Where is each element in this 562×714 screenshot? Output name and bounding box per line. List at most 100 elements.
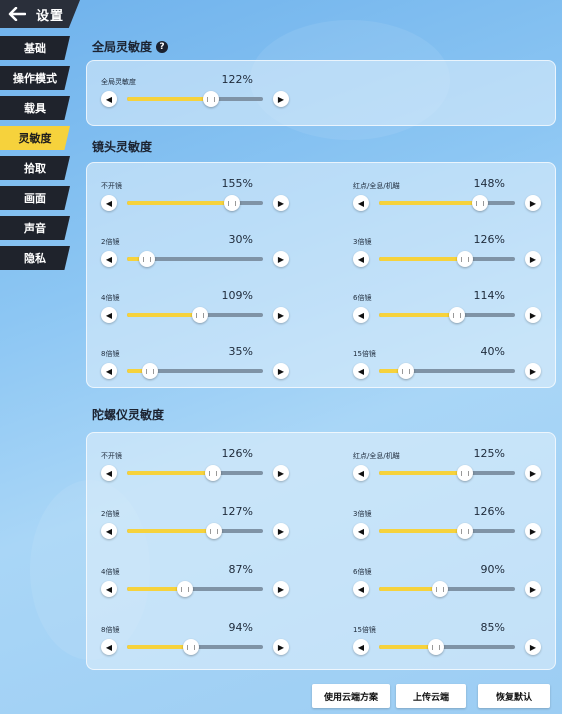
slider-thumb[interactable] — [203, 91, 220, 107]
slider-thumb[interactable] — [398, 363, 415, 379]
slider-label: 2倍镜 — [101, 510, 120, 518]
left-arrow-icon[interactable]: ◀ — [101, 581, 117, 597]
slider-thumb[interactable] — [192, 307, 209, 323]
slider-track[interactable] — [379, 465, 515, 481]
global-section-title: 全局灵敏度 ? — [92, 38, 169, 55]
slider-track[interactable] — [379, 251, 515, 267]
slider-track[interactable] — [379, 639, 515, 655]
right-arrow-icon[interactable]: ▶ — [273, 363, 289, 379]
slider-thumb[interactable] — [471, 195, 488, 211]
slider-label: 2倍镜 — [101, 238, 120, 246]
slider-thumb[interactable] — [432, 581, 449, 597]
slider-thumb[interactable] — [139, 251, 156, 267]
slider-row: 红点/全息/机瞄 125% ◀ ▶ — [339, 447, 541, 497]
left-arrow-icon[interactable]: ◀ — [101, 251, 117, 267]
slider-track[interactable] — [127, 639, 263, 655]
slider-thumb[interactable] — [448, 307, 465, 323]
slider-thumb[interactable] — [206, 523, 223, 539]
slider-row: 6倍镜 90% ◀ ▶ — [339, 563, 541, 613]
camera-section-title: 镜头灵敏度 — [92, 138, 152, 155]
slider-thumb[interactable] — [177, 581, 194, 597]
slider-thumb[interactable] — [428, 639, 445, 655]
slider-thumb[interactable] — [223, 195, 240, 211]
right-arrow-icon[interactable]: ▶ — [525, 251, 541, 267]
right-arrow-icon[interactable]: ▶ — [273, 639, 289, 655]
sidebar-item-basic[interactable]: 基础 — [0, 36, 70, 60]
right-arrow-icon[interactable]: ▶ — [525, 307, 541, 323]
slider-track[interactable] — [127, 363, 263, 379]
sidebar-item-sound[interactable]: 声音 — [0, 216, 70, 240]
slider-thumb[interactable] — [204, 465, 221, 481]
right-arrow-icon[interactable]: ▶ — [525, 639, 541, 655]
sidebar-item-pickup[interactable]: 拾取 — [0, 156, 70, 180]
right-arrow-icon[interactable]: ▶ — [525, 195, 541, 211]
slider-label: 8倍镜 — [101, 626, 120, 634]
slider-fill — [127, 201, 232, 205]
slider-thumb[interactable] — [456, 251, 473, 267]
slider-track[interactable] — [127, 465, 263, 481]
slider-fill — [127, 529, 215, 533]
left-arrow-icon[interactable]: ◀ — [353, 581, 369, 597]
slider-track[interactable] — [127, 195, 263, 211]
slider-thumb[interactable] — [456, 465, 473, 481]
right-arrow-icon[interactable]: ▶ — [273, 523, 289, 539]
slider-thumb[interactable] — [456, 523, 473, 539]
left-arrow-icon[interactable]: ◀ — [101, 91, 117, 107]
use-cloud-scheme-button[interactable]: 使用云端方案 — [312, 684, 390, 708]
left-arrow-icon[interactable]: ◀ — [353, 251, 369, 267]
left-arrow-icon[interactable]: ◀ — [353, 363, 369, 379]
slider-track[interactable] — [379, 523, 515, 539]
slider-label: 全局灵敏度 — [101, 78, 136, 86]
right-arrow-icon[interactable]: ▶ — [525, 523, 541, 539]
right-arrow-icon[interactable]: ▶ — [525, 363, 541, 379]
slider-track[interactable] — [127, 251, 263, 267]
left-arrow-icon[interactable]: ◀ — [353, 465, 369, 481]
right-arrow-icon[interactable]: ▶ — [273, 251, 289, 267]
slider-track[interactable] — [127, 91, 263, 107]
slider-track[interactable] — [379, 363, 515, 379]
right-arrow-icon[interactable]: ▶ — [273, 465, 289, 481]
restore-default-button[interactable]: 恢复默认 — [478, 684, 550, 708]
right-arrow-icon[interactable]: ▶ — [273, 195, 289, 211]
slider-label: 3倍镜 — [353, 238, 372, 246]
slider-track[interactable] — [379, 581, 515, 597]
back-arrow-icon[interactable] — [8, 7, 26, 21]
left-arrow-icon[interactable]: ◀ — [353, 195, 369, 211]
slider-thumb[interactable] — [182, 639, 199, 655]
right-arrow-icon[interactable]: ▶ — [525, 581, 541, 597]
slider-track[interactable] — [127, 581, 263, 597]
slider-track[interactable] — [379, 307, 515, 323]
slider-value: 126% — [473, 505, 505, 518]
upload-cloud-button[interactable]: 上传云端 — [396, 684, 466, 708]
left-arrow-icon[interactable]: ◀ — [353, 523, 369, 539]
slider-track[interactable] — [127, 307, 263, 323]
right-arrow-icon[interactable]: ▶ — [273, 581, 289, 597]
left-arrow-icon[interactable]: ◀ — [101, 195, 117, 211]
left-arrow-icon[interactable]: ◀ — [101, 523, 117, 539]
sidebar-item-graphics[interactable]: 画面 — [0, 186, 70, 210]
slider-value: 30% — [228, 233, 253, 246]
top-bar: 设置 — [0, 0, 80, 28]
slider-value: 126% — [221, 447, 253, 460]
left-arrow-icon[interactable]: ◀ — [101, 465, 117, 481]
slider-value: 122% — [221, 73, 253, 86]
right-arrow-icon[interactable]: ▶ — [273, 91, 289, 107]
slider-track[interactable] — [379, 195, 515, 211]
sidebar-item-sensitivity[interactable]: 灵敏度 — [0, 126, 70, 150]
sidebar-item-control-mode[interactable]: 操作模式 — [0, 66, 70, 90]
left-arrow-icon[interactable]: ◀ — [101, 363, 117, 379]
left-arrow-icon[interactable]: ◀ — [101, 639, 117, 655]
left-arrow-icon[interactable]: ◀ — [353, 639, 369, 655]
help-icon[interactable]: ? — [156, 40, 169, 53]
right-arrow-icon[interactable]: ▶ — [273, 307, 289, 323]
left-arrow-icon[interactable]: ◀ — [101, 307, 117, 323]
slider-thumb[interactable] — [142, 363, 159, 379]
left-arrow-icon[interactable]: ◀ — [353, 307, 369, 323]
slider-fill — [127, 97, 212, 101]
slider-track[interactable] — [127, 523, 263, 539]
right-arrow-icon[interactable]: ▶ — [525, 465, 541, 481]
slider-value: 125% — [473, 447, 505, 460]
slider-value: 109% — [221, 289, 253, 302]
sidebar-item-privacy[interactable]: 隐私 — [0, 246, 70, 270]
sidebar-item-vehicle[interactable]: 载具 — [0, 96, 70, 120]
